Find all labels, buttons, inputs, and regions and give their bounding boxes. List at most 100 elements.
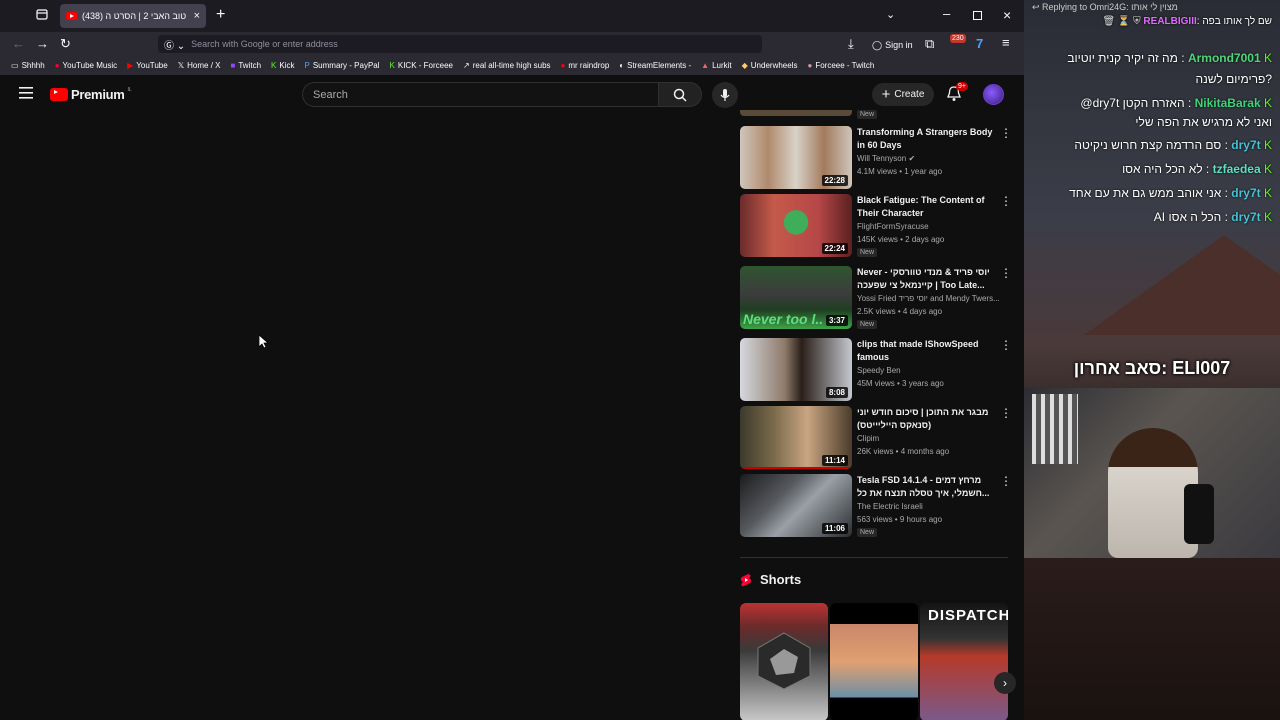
short-thumbnail[interactable]	[830, 603, 918, 720]
video-menu-icon[interactable]: ⋮	[1000, 475, 1012, 487]
chat-message: שם לך אותו בפה	[1202, 16, 1272, 27]
chat-line-continued: פרימיום לשנה?	[1195, 72, 1272, 86]
tab-close-icon[interactable]: ×	[194, 10, 200, 22]
minimize-icon[interactable]: –	[943, 6, 950, 22]
url-input[interactable]: Search with Google or enter address	[191, 39, 338, 49]
window-close-icon[interactable]: ×	[1003, 7, 1011, 23]
kick-badge-icon: K	[1263, 51, 1272, 65]
extension-badge[interactable]: 230	[950, 34, 966, 43]
url-bar[interactable]: Ⓖ ⌄ Search with Google or enter address	[158, 35, 762, 53]
search-button[interactable]	[658, 82, 702, 107]
video-channel[interactable]: FlightFormSyracuse	[857, 222, 1007, 231]
video-item[interactable]: 22:28 Transforming A Strangers Body in 6…	[740, 126, 1012, 190]
video-channel[interactable]: Speedy Ben	[857, 366, 1007, 375]
video-meta: 26K views • 4 months ago	[857, 447, 950, 456]
bookmark-twitch[interactable]: ■ Twitch	[226, 61, 267, 70]
webcam-feed	[1024, 388, 1280, 558]
video-menu-icon[interactable]: ⋮	[1000, 195, 1012, 207]
tab-overview-icon[interactable]	[36, 8, 48, 24]
reply-icon: ↩	[1032, 2, 1043, 12]
short-thumbnail[interactable]	[740, 603, 828, 720]
bookmark-underwheels[interactable]: ◆ Underwheels	[737, 61, 803, 70]
youtube-icon: ▶	[127, 61, 134, 70]
plus-icon: +	[881, 85, 891, 103]
video-item[interactable]: Never too l.. 3:37 Never - יוסי פריד & מ…	[740, 266, 1012, 330]
youtube-icon: ●	[560, 61, 566, 70]
video-item[interactable]: 11:06 Tesla FSD 14.1.4 - מרחץ דמים חשמלי…	[740, 474, 1012, 538]
app-menu-icon[interactable]: ≡	[1002, 35, 1010, 51]
video-thumbnail[interactable]: 11:06	[740, 474, 852, 537]
bookmark-kick[interactable]: K Kick	[266, 61, 299, 70]
chat-line-continued: ואני לא מרגיש את הפה שלי	[1135, 115, 1272, 129]
search-input[interactable]: Search	[302, 82, 658, 107]
youtube-logo-icon	[50, 88, 68, 101]
downloads-icon[interactable]: ⤓	[848, 36, 854, 52]
bookmark-streamelements[interactable]: ◐ StreamElements -	[614, 61, 696, 70]
bookmark-mr-raindrop[interactable]: ● mr raindrop	[556, 61, 615, 70]
youtube-music-icon: ●	[54, 61, 60, 70]
watch-progress-bar	[740, 467, 852, 469]
youtube-premium-logo[interactable]: Premium IL	[50, 87, 132, 102]
shorts-next-button[interactable]: ›	[994, 672, 1016, 694]
bookmark-forceee-twitch[interactable]: ● Forceee - Twitch	[802, 61, 879, 70]
maximize-icon[interactable]	[973, 8, 982, 24]
video-menu-icon[interactable]: ⋮	[1000, 127, 1012, 139]
account-avatar[interactable]	[983, 84, 1004, 105]
video-menu-icon[interactable]: ⋮	[1000, 267, 1012, 279]
chat-line: 🗑 ⏳ ⛨ REALBIGIII: שם לך אותו בפה	[1102, 16, 1272, 27]
back-icon[interactable]: ←	[12, 36, 25, 52]
bookmark-lurkit[interactable]: ▲ Lurkit	[696, 61, 736, 70]
notifications-button[interactable]: 9+	[946, 82, 968, 104]
tab-list-chevron-icon[interactable]: ⌄	[886, 7, 895, 23]
extensions-icon[interactable]: ⧉	[925, 36, 934, 52]
short-thumbnail[interactable]: DISPATCH	[920, 603, 1008, 720]
x-icon: 𝕏	[177, 61, 185, 70]
video-title[interactable]: Never - יוסי פריד & מנדי טוורסקי קיינמאל…	[857, 266, 997, 292]
google-search-engine-icon[interactable]: Ⓖ ⌄	[164, 37, 185, 52]
extension-7tv-icon[interactable]: 7	[976, 36, 983, 52]
chat-message: מה זה יקיר קנית יוטיוב	[1067, 51, 1178, 65]
video-channel[interactable]: Clipim	[857, 434, 1007, 443]
bookmark-youtube-music[interactable]: ● YouTube Music	[50, 61, 122, 70]
video-thumbnail[interactable]: 8:08	[740, 338, 852, 401]
video-menu-icon[interactable]: ⋮	[1000, 339, 1012, 351]
video-thumbnail[interactable]: 22:24	[740, 194, 852, 257]
bookmark-paypal[interactable]: P Summary - PayPal	[299, 61, 384, 70]
chat-line: סם הרדמה קצת חרוש ניקיטה : dry7t K	[1074, 138, 1272, 152]
guide-menu-icon[interactable]	[19, 86, 33, 104]
video-item[interactable]: 11:14 מבגר את התוכן | סיכום חודש יוני (ס…	[740, 406, 1012, 470]
shorts-title: Shorts	[760, 572, 802, 587]
video-title[interactable]: Transforming A Strangers Body in 60 Days	[857, 126, 997, 152]
video-thumbnail[interactable]: 11:14	[740, 406, 852, 469]
video-channel[interactable]: Yossi Fried יוסי פריד and Mendy Twers...	[857, 294, 1007, 303]
avatar-icon: ●	[807, 61, 813, 70]
bookmark-kick-forceee[interactable]: K KICK - Forceee	[385, 61, 458, 70]
video-thumbnail-partial[interactable]	[740, 110, 852, 116]
video-title[interactable]: Tesla FSD 14.1.4 - מרחץ דמים חשמלי, איך …	[857, 474, 997, 500]
reload-icon[interactable]: ↻	[60, 36, 71, 52]
video-thumbnail[interactable]: 22:28	[740, 126, 852, 189]
video-menu-icon[interactable]: ⋮	[1000, 407, 1012, 419]
browser-tab-active[interactable]: שם טוב האבי 2 | הסרט ה (438) ×	[60, 4, 206, 28]
search-icon	[673, 88, 687, 102]
video-thumbnail[interactable]: Never too l.. 3:37	[740, 266, 852, 329]
video-title[interactable]: Black Fatigue: The Content of Their Char…	[857, 194, 997, 220]
bookmark-home-x[interactable]: 𝕏 Home / X	[173, 61, 226, 70]
forward-icon[interactable]: →	[36, 36, 49, 52]
video-item[interactable]: 8:08 clips that made IShowSpeed famous S…	[740, 338, 1012, 402]
sign-in-button[interactable]: ◯ Sign in	[872, 37, 913, 53]
voice-search-button[interactable]	[712, 82, 738, 108]
bookmark-shhhh[interactable]: ▭ Shhhh	[6, 61, 50, 70]
bookmark-high-subs[interactable]: ↗ real all-time high subs	[458, 61, 556, 70]
new-badge: New	[857, 528, 878, 537]
chat-line: מה זה יקיר קנית יוטיוב : Armond7001 K	[1067, 51, 1272, 65]
video-channel[interactable]: The Electric Israeli	[857, 502, 1007, 511]
video-channel[interactable]: Will Tennyson ✔	[857, 154, 1007, 163]
create-button[interactable]: + Create	[872, 83, 934, 106]
new-tab-icon[interactable]: +	[216, 7, 225, 23]
video-title[interactable]: clips that made IShowSpeed famous	[857, 338, 997, 364]
kick-badge-icon: K	[1263, 138, 1272, 152]
video-item[interactable]: 22:24 Black Fatigue: The Content of Thei…	[740, 194, 1012, 258]
bookmark-youtube[interactable]: ▶ YouTube	[122, 61, 173, 70]
video-title[interactable]: מבגר את התוכן | סיכום חודש יוני (סנאקס ה…	[857, 406, 997, 432]
